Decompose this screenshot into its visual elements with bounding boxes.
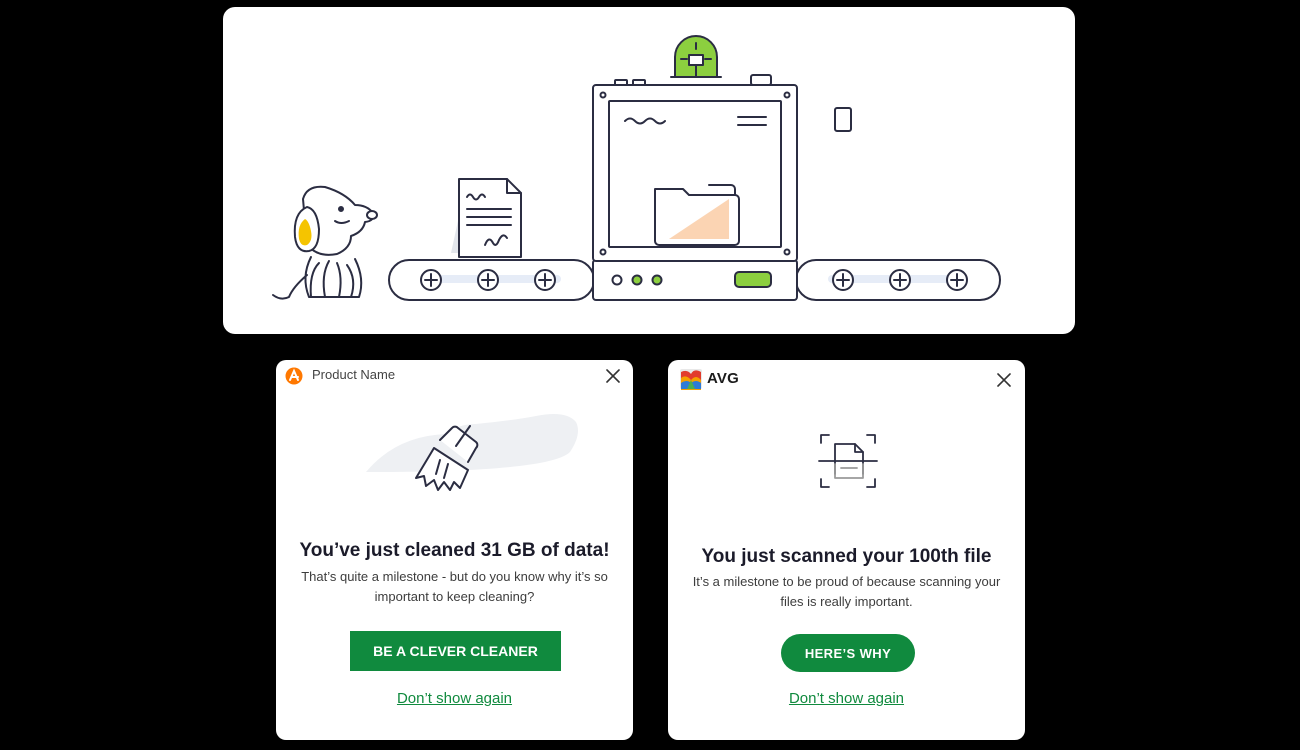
scan-milestone-dialog: AVG You just scanned your 100th file It’…: [668, 360, 1025, 740]
scanner-machine: [592, 35, 852, 262]
heres-why-button[interactable]: HERE’S WHY: [781, 634, 915, 672]
dont-show-again-link[interactable]: Don’t show again: [668, 690, 1025, 707]
dialog-title: You’ve just cleaned 31 GB of data!: [299, 540, 610, 561]
scanner-base: [592, 259, 798, 301]
right-conveyor-belt: [795, 259, 1001, 301]
dialog-body: That’s quite a milestone - but do you kn…: [301, 569, 608, 604]
document-on-belt: [451, 178, 522, 258]
broom-brush-icon: [366, 414, 578, 491]
cleaner-milestone-dialog: Product Name You’ve just cleaned 31 GB o…: [276, 360, 633, 740]
dog-character: [272, 185, 378, 300]
dialog-title: You just scanned your 100th file: [701, 546, 992, 567]
scan-file-icon: [818, 434, 878, 488]
be-a-clever-cleaner-button[interactable]: BE A CLEVER CLEANER: [350, 631, 561, 671]
conveyor-scanner-illustration: [272, 35, 1001, 301]
dont-show-again-link[interactable]: Don’t show again: [276, 690, 633, 707]
left-conveyor-belt: [388, 259, 595, 301]
dialog-body: It’s a milestone to be proud of because …: [692, 574, 1001, 609]
hero-illustration-panel: [223, 7, 1075, 334]
